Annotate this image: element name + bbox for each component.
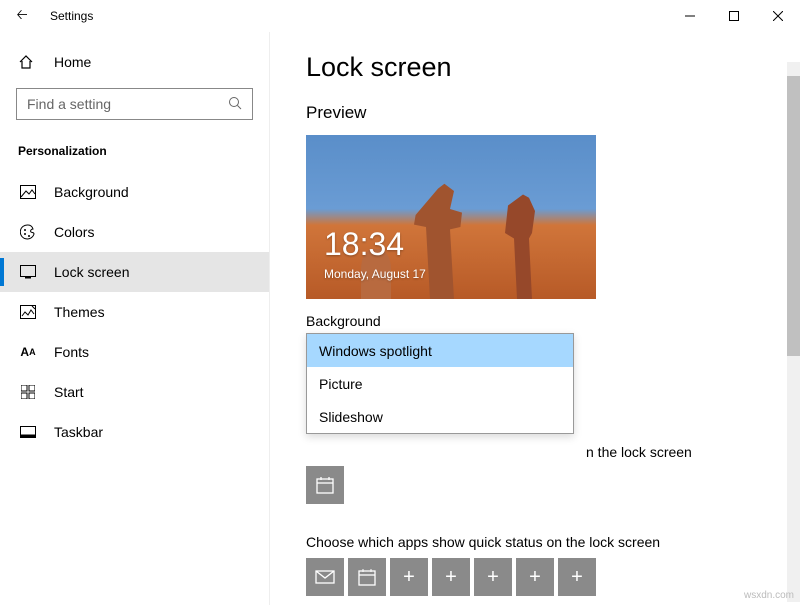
maximize-button[interactable]	[712, 1, 756, 31]
search-icon	[228, 96, 242, 113]
scrollbar-thumb[interactable]	[787, 76, 800, 356]
sidebar-item-colors[interactable]: Colors	[0, 212, 269, 252]
title-bar: 🡠 Settings	[0, 0, 800, 32]
home-label: Home	[54, 54, 91, 70]
sidebar-item-label: Lock screen	[54, 264, 129, 280]
maximize-icon	[729, 11, 739, 21]
mail-icon	[315, 570, 335, 584]
watermark: wsxdn.com	[744, 590, 794, 601]
sidebar: Home Find a setting Personalization Back…	[0, 32, 270, 605]
detailed-status-app-tile[interactable]	[306, 466, 344, 504]
sidebar-item-start[interactable]: Start	[0, 372, 269, 412]
plus-icon: +	[403, 566, 415, 589]
lock-screen-preview: 18:34 Monday, August 17	[306, 135, 596, 299]
quick-status-tile-add[interactable]: +	[516, 558, 554, 596]
sidebar-item-background[interactable]: Background	[0, 172, 269, 212]
quick-status-tile-calendar[interactable]	[348, 558, 386, 596]
sidebar-item-label: Colors	[54, 224, 94, 240]
start-icon	[18, 385, 38, 399]
quick-status-tile-add[interactable]: +	[558, 558, 596, 596]
detailed-status-text-fragment: n the lock screen	[306, 444, 766, 460]
background-label: Background	[306, 313, 800, 329]
background-dropdown[interactable]: Windows spotlight Picture Slideshow	[306, 333, 574, 434]
quick-status-tile-mail[interactable]	[306, 558, 344, 596]
picture-icon	[18, 185, 38, 199]
quick-status-tile-add[interactable]: +	[432, 558, 470, 596]
sidebar-item-label: Fonts	[54, 344, 89, 360]
close-icon	[773, 11, 783, 21]
plus-icon: +	[571, 566, 583, 589]
plus-icon: +	[487, 566, 499, 589]
fonts-icon: AA	[18, 345, 38, 359]
themes-icon	[18, 305, 38, 319]
dropdown-option-picture[interactable]: Picture	[307, 367, 573, 400]
calendar-icon	[315, 475, 335, 495]
calendar-icon	[357, 567, 377, 587]
main-content: Lock screen Preview 18:34 Monday, August…	[270, 32, 800, 605]
close-button[interactable]	[756, 1, 800, 31]
minimize-icon	[685, 11, 695, 21]
sidebar-item-label: Background	[54, 184, 129, 200]
window-title: Settings	[50, 9, 93, 23]
sidebar-item-label: Start	[54, 384, 84, 400]
taskbar-icon	[18, 426, 38, 438]
sidebar-item-lock-screen[interactable]: Lock screen	[0, 252, 269, 292]
search-placeholder: Find a setting	[27, 96, 111, 112]
preview-label: Preview	[306, 103, 800, 123]
back-button[interactable]: 🡠	[8, 2, 36, 30]
sidebar-item-taskbar[interactable]: Taskbar	[0, 412, 269, 452]
home-icon	[18, 54, 38, 70]
vertical-scrollbar[interactable]	[787, 62, 800, 602]
quick-status-tile-add[interactable]: +	[474, 558, 512, 596]
plus-icon: +	[445, 566, 457, 589]
sidebar-item-label: Themes	[54, 304, 105, 320]
dropdown-option-spotlight[interactable]: Windows spotlight	[307, 334, 573, 367]
quick-status-tile-add[interactable]: +	[390, 558, 428, 596]
preview-time: 18:34	[324, 226, 404, 263]
section-header: Personalization	[0, 128, 269, 172]
minimize-button[interactable]	[668, 1, 712, 31]
search-input[interactable]: Find a setting	[16, 88, 253, 120]
dropdown-option-slideshow[interactable]: Slideshow	[307, 400, 573, 433]
palette-icon	[18, 224, 38, 240]
sidebar-item-fonts[interactable]: AA Fonts	[0, 332, 269, 372]
preview-date: Monday, August 17	[324, 267, 426, 281]
quick-status-label: Choose which apps show quick status on t…	[306, 534, 800, 550]
lock-screen-icon	[18, 265, 38, 279]
plus-icon: +	[529, 566, 541, 589]
sidebar-item-label: Taskbar	[54, 424, 103, 440]
quick-status-tiles: + + + + +	[306, 558, 800, 596]
page-title: Lock screen	[306, 52, 800, 83]
home-nav[interactable]: Home	[0, 42, 269, 82]
sidebar-item-themes[interactable]: Themes	[0, 292, 269, 332]
